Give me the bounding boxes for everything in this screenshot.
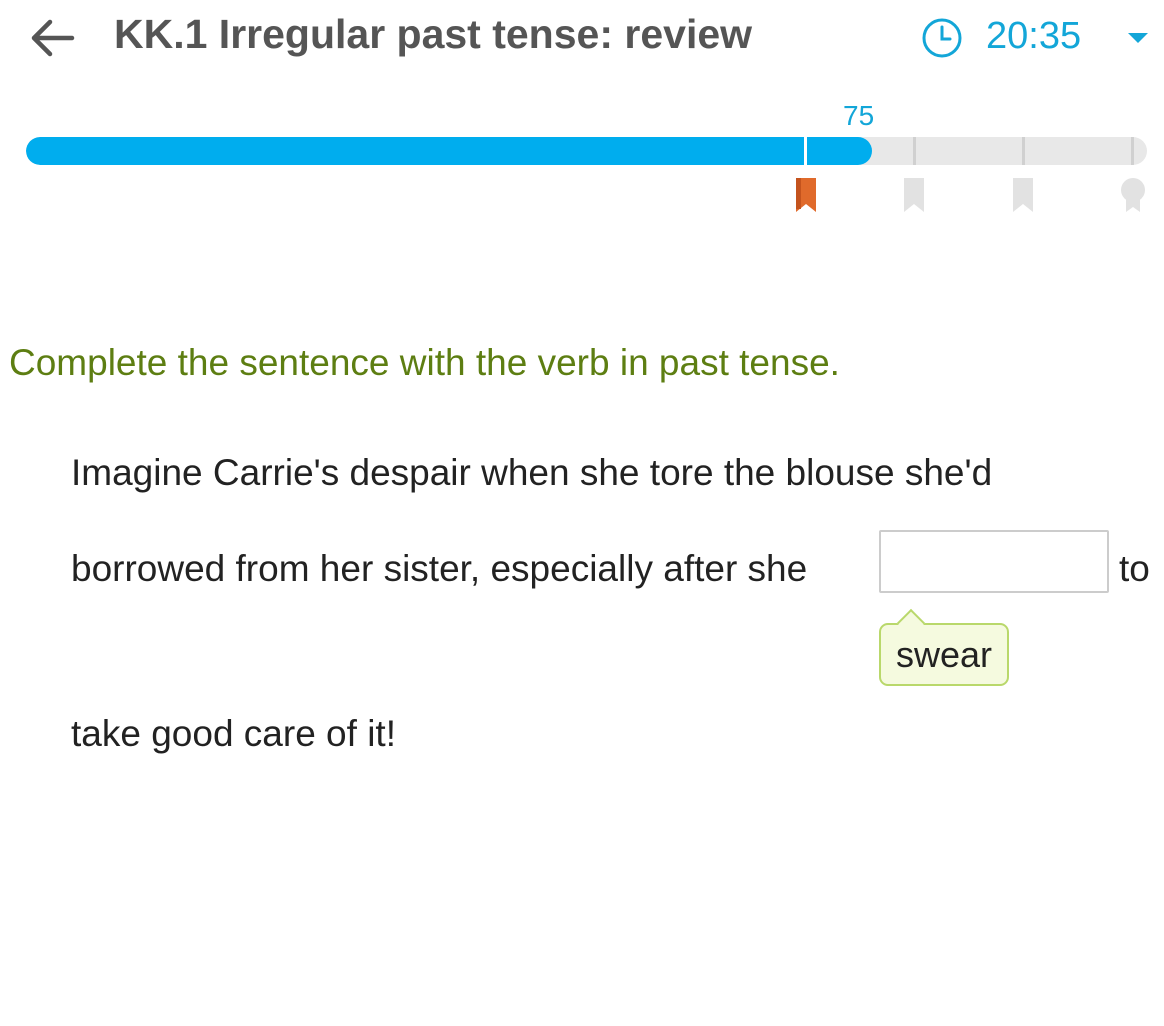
award-ribbon-icon [1121, 178, 1145, 212]
progress-score: 75 [843, 100, 875, 131]
question-instruction: Complete the sentence with the verb in p… [9, 342, 840, 383]
bookmark-icon [796, 178, 816, 212]
sentence-line-2-end: to [1119, 548, 1150, 589]
progress-bar-fill [26, 137, 873, 165]
bookmark-icon [1013, 178, 1033, 212]
progress-tick [913, 137, 916, 165]
progress-tick [804, 137, 807, 165]
arrow-left-icon[interactable] [28, 16, 76, 60]
top-bar: KK.1 Irregular past tense: review 20:35 [0, 0, 1164, 80]
chevron-down-icon[interactable] [1126, 30, 1150, 46]
verb-hint-bubble: swear [879, 608, 1009, 686]
answer-input[interactable] [879, 530, 1109, 593]
page-title: KK.1 Irregular past tense: review [114, 11, 753, 57]
bookmark-icon [904, 178, 924, 212]
sentence-line-3: take good care of it! [71, 713, 396, 754]
progress-bar [26, 137, 1147, 165]
clock-icon [922, 18, 962, 58]
sentence-line-2: borrowed from her sister, especially aft… [71, 548, 808, 589]
sentence-line-1: Imagine Carrie's despair when she tore t… [71, 452, 993, 493]
progress-tick [1022, 137, 1025, 165]
progress-tick [1131, 137, 1134, 165]
timer: 20:35 [986, 15, 1082, 57]
verb-hint: swear [895, 634, 993, 675]
